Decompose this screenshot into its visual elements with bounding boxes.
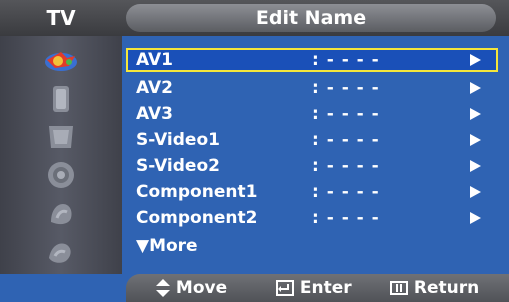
list-item-av3[interactable]: AV3 : - - - - [126,102,498,126]
list-item-s-video2[interactable]: S-Video2 : - - - - [126,154,498,178]
header-bar: TV Edit Name [0,0,509,36]
arrow-right-icon [470,54,481,66]
menu-return-icon [390,281,408,295]
row-value: : - - - - [312,208,380,228]
input-name-list: AV1 : - - - - AV2 : - - - - AV3 : - - - … [126,44,498,270]
row-value: : - - - - [312,156,380,176]
sound-icon[interactable] [41,82,81,116]
menu-icon-column [0,36,122,274]
row-value: : - - - - [312,50,380,70]
up-down-arrow-icon [156,279,170,297]
row-value: : - - - - [312,78,380,98]
enter-label: Enter [299,278,352,298]
arrow-right-icon [470,160,481,172]
tv-osd-screen: TV Edit Name AV1: - - - - AV2: - - - -… [0,0,509,302]
list-item-component1[interactable]: Component1 : - - - - [126,180,498,204]
row-label: S-Video1 [136,130,220,150]
row-label: AV3 [136,104,173,124]
row-label: Component2 [136,208,258,228]
more-link[interactable]: ▼More [136,234,198,258]
input-icon[interactable] [41,196,81,230]
arrow-right-icon [470,212,481,224]
list-item-s-video1[interactable]: S-Video1 : - - - - [126,128,498,152]
row-value: : - - - - [312,130,380,150]
move-label: Move [175,278,228,298]
digital-icon[interactable] [41,234,81,268]
arrow-right-icon [470,82,481,94]
arrow-right-icon [470,108,481,120]
move-hint: Move [156,274,227,302]
enter-icon [276,280,294,296]
channel-icon[interactable] [41,120,81,154]
row-label: Component1 [136,182,258,202]
list-item-component2[interactable]: Component2 : - - - - [126,206,498,230]
row-value: : - - - - [312,182,380,202]
row-value: : - - - - [312,104,380,124]
setup-icon[interactable] [41,158,81,192]
arrow-right-icon [470,134,481,146]
footer-help-bar: Move Enter Return [126,274,509,302]
row-label: S-Video2 [136,156,220,176]
page-title: Edit Name [255,7,367,29]
row-label: AV2 [136,78,173,98]
return-label: Return [413,278,480,298]
list-item-av2[interactable]: AV2 : - - - - [126,76,498,100]
list-item-av1[interactable]: AV1 : - - - - [126,48,498,72]
enter-hint: Enter [276,274,352,302]
return-hint: Return [390,274,479,302]
source-label: TV [46,6,76,30]
footer-spacer [0,274,126,302]
arrow-right-icon [470,186,481,198]
row-label: AV1 [136,50,173,70]
picture-icon[interactable] [41,44,81,78]
